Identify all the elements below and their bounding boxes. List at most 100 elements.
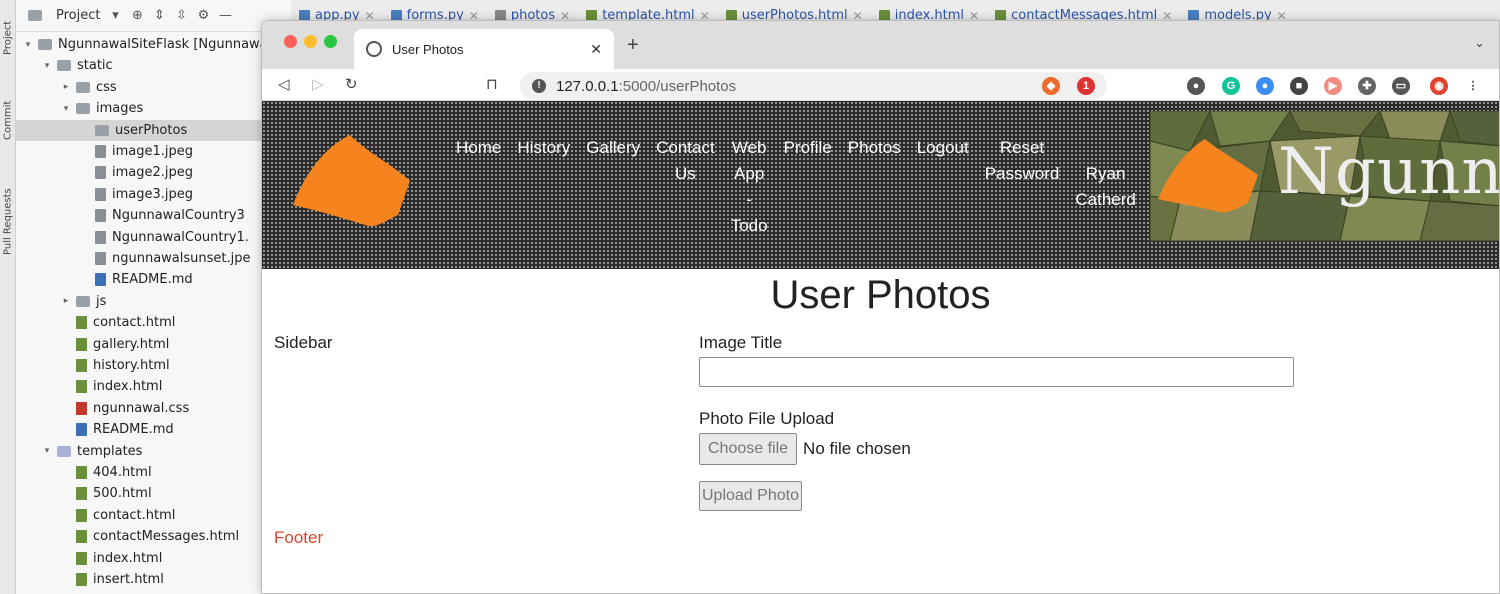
site-info-icon[interactable]: ! [532,79,546,93]
tree-item[interactable]: ▾ templates [16,441,291,462]
bookmark-icon[interactable]: ⊓ [486,75,498,93]
nav-item[interactable]: Contact Us [648,135,723,239]
html-file-icon [76,359,87,372]
nav-item[interactable]: History [509,135,578,239]
nav-item-label: Password [984,164,1060,183]
tree-item[interactable]: gallery.html [16,334,291,355]
tree-item[interactable]: index.html [16,548,291,569]
nav-item[interactable]: Photos [840,135,909,239]
tree-item[interactable]: README.md [16,419,291,440]
tree-item[interactable]: ▸ js [16,291,291,312]
tree-item[interactable]: image2.jpeg [16,162,291,183]
minimize-icon[interactable]: — [218,8,232,23]
nav-item-label [1075,135,1135,161]
chevron-down-icon[interactable]: ▾ [108,8,122,23]
screencast-icon[interactable]: ▶ [1324,77,1342,95]
image-file-icon [95,187,106,201]
site-banner-image: Ngunna [1150,111,1499,241]
extension-blue-icon[interactable]: ● [1256,77,1274,95]
tree-item[interactable]: contact.html [16,505,291,526]
tree-item[interactable]: NgunnawalCountry1. [16,227,291,248]
password-manager-icon[interactable]: ● [1187,77,1205,95]
close-tab-icon[interactable]: ✕ [590,41,602,58]
tree-item[interactable]: userPhotos [16,119,291,141]
chevron-down-icon[interactable]: ▾ [60,104,72,114]
project-tool-tab[interactable]: Project [0,8,16,68]
tree-item[interactable]: ngunnawal.css [16,398,291,419]
image-file-icon [95,230,106,244]
tree-item[interactable]: index.html [16,376,291,397]
brave-rewards-icon[interactable]: 1 [1077,77,1095,95]
extension-cube-icon[interactable]: ■ [1290,77,1308,95]
pull-requests-tool-label: Pull Requests [2,188,14,256]
chevron-right-icon[interactable]: ▸ [60,82,72,92]
tree-item-label: image1.jpeg [112,144,194,159]
grammarly-icon[interactable]: G [1222,77,1240,95]
chevron-down-icon[interactable]: ⌄ [1474,35,1485,51]
wallet-icon[interactable]: ▭ [1392,77,1410,95]
minimize-window-button[interactable] [304,35,317,48]
folder-icon [76,103,90,115]
nav-item[interactable]: Reset Password [977,135,1068,239]
chevron-right-icon[interactable]: ▸ [60,296,72,306]
tree-item[interactable]: 500.html [16,483,291,504]
tree-item-label: ngunnawalsunset.jpe [112,251,251,266]
image-title-input[interactable] [699,357,1294,387]
upload-photo-button[interactable]: Upload Photo [699,481,802,511]
locate-icon[interactable]: ⊕ [130,8,144,23]
tree-item[interactable]: 404.html [16,462,291,483]
tree-item[interactable]: ▾ images [16,98,291,119]
browser-tab-title: User Photos [392,41,464,57]
reload-icon[interactable]: ↻ [345,75,358,93]
chevron-down-icon[interactable]: ▾ [41,61,53,71]
nav-item[interactable]: Profile [776,135,840,239]
chevron-down-icon[interactable]: ▾ [22,40,34,50]
tree-item[interactable]: ▸ css [16,77,291,98]
nav-item[interactable]: Gallery [578,135,648,239]
html-file-icon [76,508,87,522]
gear-icon[interactable]: ⚙ [196,8,210,23]
pull-requests-tool-tab[interactable]: Pull Requests [0,172,16,272]
nav-item[interactable]: Logout [909,135,977,239]
tree-item[interactable]: insert.html [16,569,291,590]
tree-item[interactable]: ▾ static [16,55,291,76]
nav-item[interactable]: Home [448,135,509,239]
html-file-icon [76,380,87,394]
nav-item-label: Profile [783,138,832,157]
brave-shield-icon[interactable]: ◆ [1042,77,1060,95]
nav-item[interactable]: Ryan Catherd [1067,135,1143,239]
tree-item[interactable]: ngunnawalsunset.jpe [16,248,291,269]
tree-item[interactable]: contactMessages.html [16,526,291,547]
nav-item-label: Reset [999,138,1045,157]
close-window-button[interactable] [284,35,297,48]
forward-icon[interactable]: ▷ [312,75,324,93]
tree-item-label: NgunnawalCountry1. [112,229,249,245]
tree-item[interactable]: README.md [16,269,291,290]
tree-item[interactable]: image3.jpeg [16,184,291,205]
tree-item[interactable]: contact.html [16,312,291,333]
maximize-window-button[interactable] [324,35,337,48]
tree-item[interactable]: image1.jpeg [16,141,291,162]
expand-all-icon[interactable]: ⇕ [152,8,166,23]
tree-item[interactable]: NgunnawalCountry3 [16,205,291,226]
profile-avatar-icon[interactable]: ◉ [1430,77,1448,95]
nav-item[interactable]: Web App - Todo [723,135,776,239]
commit-tool-tab[interactable]: Commit [0,90,16,150]
address-bar[interactable]: ! 127.0.0.1:5000/userPhotos [520,72,1107,100]
menu-icon[interactable]: ⋮ [1464,77,1482,95]
nav-item-label: App [734,164,765,183]
html-file-icon [76,337,87,351]
new-tab-icon[interactable]: + [627,34,639,57]
tree-item[interactable]: ▾ NgunnawalSiteFlask [Ngunnawal [16,34,291,55]
project-panel-title[interactable]: Project [56,8,100,23]
collapse-all-icon[interactable]: ⇳ [174,8,188,23]
puzzle-icon[interactable]: ✚ [1358,77,1376,95]
tree-item[interactable]: history.html [16,355,291,376]
nav-item-label: Us [675,164,696,183]
browser-tab-active[interactable]: User Photos ✕ [354,29,614,69]
back-icon[interactable]: ◁ [278,75,290,93]
site-logo[interactable] [290,135,412,229]
chevron-down-icon[interactable]: ▾ [41,446,53,456]
choose-file-button[interactable]: Choose file [699,433,798,465]
page-title: User Photos [770,273,991,317]
